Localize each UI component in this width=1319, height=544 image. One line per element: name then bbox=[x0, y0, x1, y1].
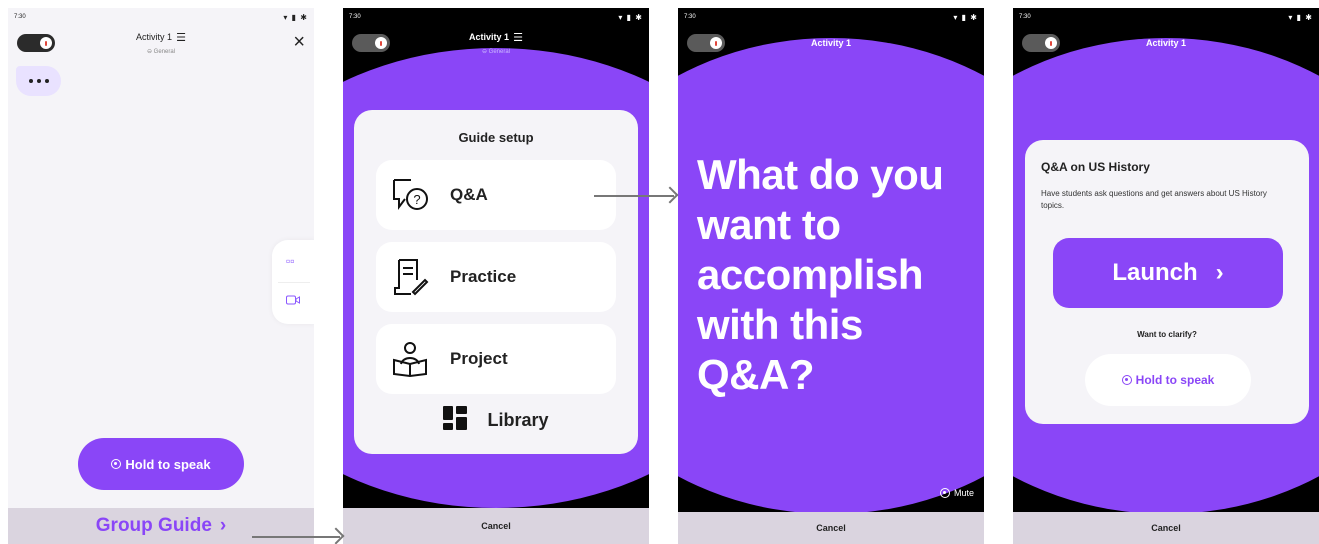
status-time: 7:30 bbox=[684, 14, 696, 20]
record-icon bbox=[1121, 375, 1132, 385]
activity-title: Activity 1 bbox=[1145, 38, 1187, 48]
option-project[interactable]: Project bbox=[376, 324, 616, 394]
divider bbox=[278, 282, 310, 283]
chat-question-icon: ? bbox=[390, 175, 430, 215]
card-title: Q&A on US History bbox=[1041, 160, 1150, 174]
screen-goal-prompt: 7:30 ▾ ▮ ✱ Activity 1 What do you want t… bbox=[678, 8, 984, 544]
activity-title-text: Activity 1 bbox=[469, 32, 510, 42]
mute-button[interactable]: Mute bbox=[939, 488, 974, 498]
status-icons: ▾ ▮ ✱ bbox=[1288, 12, 1313, 22]
menu-icon: ☰ bbox=[176, 32, 186, 44]
record-icon bbox=[111, 459, 122, 469]
guide-setup-card: Guide setup ? Q&A Practice Project Libra… bbox=[354, 110, 638, 454]
menu-icon: ☰ bbox=[513, 32, 523, 44]
status-time: 7:30 bbox=[14, 14, 26, 20]
goal-question: What do you want to accomplish with this… bbox=[697, 151, 944, 398]
status-bar: 7:30 ▾ ▮ ✱ bbox=[349, 12, 643, 22]
screen-chat: 7:30 ▾ ▮ ✱ Activity 1 ☰ ⊖ General × ▫▫ Ho… bbox=[8, 8, 314, 544]
flow-arrow bbox=[594, 195, 674, 197]
qa-summary-card: Q&A on US History Have students ask ques… bbox=[1025, 140, 1309, 424]
hold-to-speak-button[interactable]: Hold to speak bbox=[1085, 354, 1251, 406]
cancel-label: Cancel bbox=[481, 521, 511, 531]
activity-title[interactable]: Activity 1 ☰ bbox=[343, 31, 649, 44]
cancel-button[interactable]: Cancel bbox=[678, 512, 984, 544]
launch-button[interactable]: Launch › bbox=[1053, 238, 1283, 308]
svg-text:?: ? bbox=[413, 192, 420, 207]
chevron-right-icon: › bbox=[219, 515, 227, 536]
group-guide-label: Group Guide bbox=[95, 515, 212, 536]
library-label: Library bbox=[487, 410, 549, 430]
option-qa[interactable]: ? Q&A bbox=[376, 160, 616, 230]
group-guide-bar[interactable]: Group Guide › bbox=[8, 508, 314, 544]
flow-storyboard: 7:30 ▾ ▮ ✱ Activity 1 ☰ ⊖ General × ▫▫ Ho… bbox=[0, 0, 1319, 544]
status-time: 7:30 bbox=[349, 14, 361, 20]
status-bar: 7:30 ▾ ▮ ✱ bbox=[1019, 12, 1313, 22]
clarify-prompt: Want to clarify? bbox=[1137, 330, 1197, 339]
hold-to-speak-button[interactable]: Hold to speak bbox=[78, 438, 244, 490]
activity-title[interactable]: Activity 1 ☰ bbox=[8, 31, 314, 44]
status-bar: 7:30 ▾ ▮ ✱ bbox=[14, 12, 308, 22]
flow-arrow bbox=[252, 536, 340, 538]
record-icon bbox=[939, 488, 950, 498]
card-description: Have students ask questions and get answ… bbox=[1041, 189, 1267, 210]
activity-subtitle: ⊖ General bbox=[481, 49, 511, 55]
cancel-button[interactable]: Cancel bbox=[1013, 512, 1319, 544]
launch-label: Launch bbox=[1112, 259, 1198, 286]
status-icons: ▾ ▮ ✱ bbox=[283, 12, 308, 22]
typing-indicator bbox=[16, 66, 61, 96]
cancel-button[interactable]: Cancel bbox=[343, 508, 649, 544]
mute-label: Mute bbox=[953, 488, 974, 498]
video-icon[interactable] bbox=[286, 294, 300, 308]
activity-title-text: Activity 1 bbox=[136, 32, 173, 42]
status-icons: ▾ ▮ ✱ bbox=[953, 12, 978, 22]
status-icons: ▾ ▮ ✱ bbox=[618, 12, 643, 22]
screen-launch: 7:30 ▾ ▮ ✱ Activity 1 Q&A on US History … bbox=[1013, 8, 1319, 544]
cancel-label: Cancel bbox=[1151, 523, 1181, 533]
activity-title: Activity 1 bbox=[810, 38, 852, 48]
screen-guide-setup: 7:30 ▾ ▮ ✱ Activity 1 ☰ ⊖ General Guide s… bbox=[343, 8, 649, 544]
status-bar: 7:30 ▾ ▮ ✱ bbox=[684, 12, 978, 22]
library-link[interactable]: Library bbox=[354, 406, 638, 435]
option-label: Practice bbox=[450, 267, 517, 286]
option-practice[interactable]: Practice bbox=[376, 242, 616, 312]
status-time: 7:30 bbox=[1019, 14, 1031, 20]
person-book-icon bbox=[390, 339, 430, 379]
activity-subtitle: ⊖ General bbox=[146, 49, 176, 55]
option-label: Project bbox=[450, 349, 508, 368]
hold-to-speak-label: Hold to speak bbox=[125, 456, 211, 472]
side-toolbar: ▫▫ bbox=[272, 240, 314, 324]
option-label: Q&A bbox=[450, 185, 488, 204]
grid-icon[interactable]: ▫▫ bbox=[286, 254, 295, 268]
card-heading: Guide setup bbox=[458, 130, 534, 145]
cancel-label: Cancel bbox=[816, 523, 846, 533]
library-icon bbox=[443, 406, 468, 435]
close-icon[interactable]: × bbox=[293, 32, 305, 52]
hold-to-speak-label: Hold to speak bbox=[1135, 373, 1215, 387]
chevron-right-icon: › bbox=[1215, 259, 1224, 286]
document-pen-icon bbox=[390, 257, 430, 297]
